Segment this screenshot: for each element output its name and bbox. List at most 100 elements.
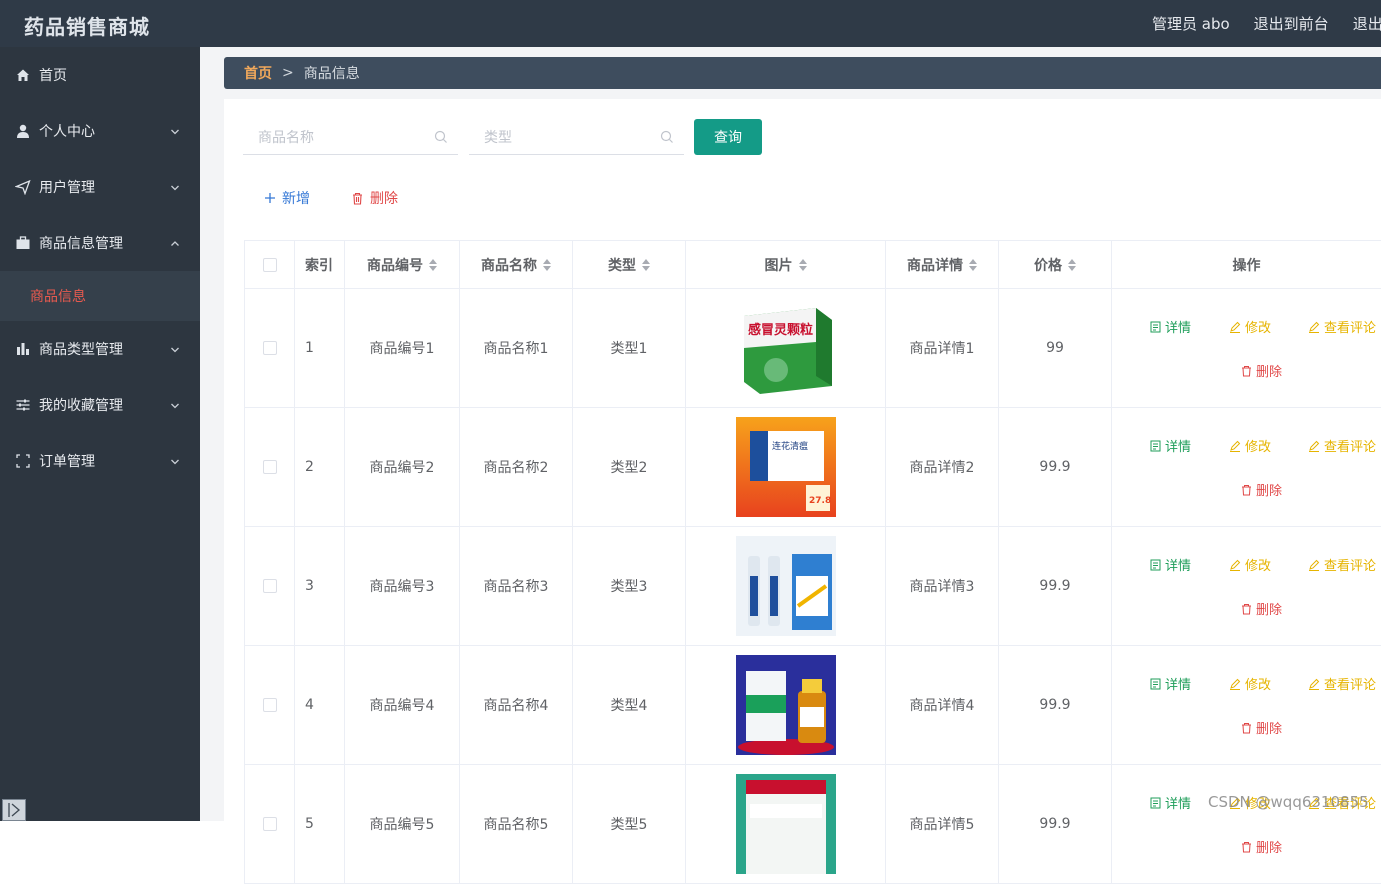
cell-price: 99.9 (999, 646, 1112, 764)
cell-index: 4 (295, 646, 345, 764)
header-label: 商品名称 (481, 257, 537, 274)
type-search-input[interactable]: 类型 (469, 119, 684, 155)
add-button[interactable]: 新增 (264, 188, 310, 208)
detail-label: 详情 (1165, 440, 1192, 455)
edit-button[interactable]: 修改 (1229, 436, 1271, 455)
detail-button[interactable]: 详情 (1150, 793, 1191, 812)
sidebar-item-product-type-management[interactable]: 商品类型管理 (0, 321, 200, 377)
sidebar-item-label: 商品信息管理 (39, 236, 123, 252)
view-comments-label: 查看评论 (1324, 440, 1377, 455)
trash-icon (1242, 841, 1251, 852)
row-checkbox[interactable] (262, 341, 277, 355)
document-icon (1150, 797, 1161, 808)
breadcrumb: 首页 > 商品信息 (224, 57, 1381, 89)
sidebar-item-label: 我的收藏管理 (39, 398, 123, 414)
sort-icon[interactable] (1068, 258, 1076, 271)
detail-button[interactable]: 详情 (1150, 555, 1191, 574)
sidebar-item-user-management[interactable]: 用户管理 (0, 159, 200, 215)
svg-text:27.8: 27.8 (809, 496, 831, 506)
detail-button[interactable]: 详情 (1150, 674, 1191, 693)
row-actions: 详情 修改 查看评论 删除 (1112, 646, 1381, 764)
row-checkbox[interactable] (262, 460, 277, 474)
svg-text:感冒灵颗粒: 感冒灵颗粒 (748, 322, 813, 338)
row-checkbox[interactable] (262, 698, 277, 712)
header-label: 图片 (764, 257, 793, 274)
view-comments-button[interactable]: 查看评论 (1308, 436, 1376, 455)
header-actions: 操作 (1112, 241, 1381, 288)
cell-product-code: 商品编号5 (345, 765, 460, 883)
delete-button[interactable]: 删除 (1241, 599, 1282, 618)
edit-icon (1309, 559, 1320, 571)
header-product-name[interactable]: 商品名称 (460, 241, 573, 288)
header-type[interactable]: 类型 (573, 241, 686, 288)
breadcrumb-home[interactable]: 首页 (244, 63, 272, 83)
header-price[interactable]: 价格 (999, 241, 1112, 288)
sidebar-item-favorites-management[interactable]: 我的收藏管理 (0, 377, 200, 433)
collapse-sidebar-button[interactable] (2, 799, 26, 821)
delete-button[interactable]: 删除 (1241, 837, 1282, 856)
sidebar-item-home[interactable]: 首页 (0, 47, 200, 103)
edit-button[interactable]: 修改 (1229, 317, 1271, 336)
header-image[interactable]: 图片 (686, 241, 886, 288)
delete-label: 删除 (370, 191, 398, 207)
cell-type: 类型3 (573, 527, 686, 645)
cell-type: 类型5 (573, 765, 686, 883)
detail-button[interactable]: 详情 (1150, 317, 1191, 336)
delete-label: 删除 (1256, 365, 1283, 380)
sidebar-subitem-product-info[interactable]: 商品信息 (0, 271, 200, 321)
row-checkbox[interactable] (262, 817, 277, 831)
edit-button[interactable]: 修改 (1229, 674, 1271, 693)
header-label: 商品编号 (367, 257, 423, 274)
view-comments-button[interactable]: 查看评论 (1308, 674, 1376, 693)
delete-button[interactable]: 删除 (1241, 480, 1282, 499)
select-all-checkbox[interactable] (262, 257, 277, 272)
sort-icon[interactable] (798, 258, 807, 271)
row-actions: 详情 修改 查看评论 删除 (1112, 289, 1381, 407)
edit-icon (1230, 321, 1241, 333)
detail-button[interactable]: 详情 (1150, 436, 1191, 455)
admin-user-label: 管理员 abo (1152, 15, 1230, 33)
cell-product-detail: 商品详情2 (886, 408, 999, 526)
sort-icon[interactable] (543, 258, 551, 271)
edit-button[interactable]: 修改 (1229, 555, 1271, 574)
sliders-icon (15, 397, 31, 413)
delete-button[interactable]: 删除 (1241, 718, 1282, 737)
exit-to-front-link[interactable]: 退出到前台 (1254, 13, 1329, 34)
view-comments-label: 查看评论 (1324, 678, 1377, 693)
view-comments-button[interactable]: 查看评论 (1308, 317, 1376, 336)
product-image (735, 655, 836, 755)
sidebar-item-label: 用户管理 (39, 180, 95, 196)
header-index: 索引 (295, 241, 345, 288)
row-checkbox[interactable] (262, 579, 277, 593)
trash-icon (1242, 365, 1251, 376)
frame-icon (15, 453, 31, 469)
sort-icon[interactable] (969, 258, 977, 271)
cell-product-detail: 商品详情3 (886, 527, 999, 645)
product-name-search-input[interactable]: 商品名称 (243, 119, 458, 155)
query-button[interactable]: 查询 (694, 119, 762, 155)
header-label: 类型 (608, 257, 636, 274)
cell-type: 类型2 (573, 408, 686, 526)
svg-text:连花清瘟: 连花清瘟 (772, 440, 808, 452)
chevron-down-icon (170, 125, 180, 141)
edit-icon (1309, 440, 1320, 452)
detail-label: 详情 (1165, 797, 1192, 812)
header-product-code[interactable]: 商品编号 (345, 241, 460, 288)
sidebar-item-personal-center[interactable]: 个人中心 (0, 103, 200, 159)
plus-icon (265, 193, 275, 203)
product-image: 感冒灵颗粒 (735, 298, 836, 398)
batch-delete-button[interactable]: 删除 (351, 188, 398, 208)
logout-link[interactable]: 退出登录 (1353, 13, 1381, 34)
delete-label: 删除 (1256, 484, 1283, 499)
sort-icon[interactable] (642, 258, 650, 271)
chevron-up-icon (170, 237, 180, 253)
sidebar-item-order-management[interactable]: 订单管理 (0, 433, 200, 489)
delete-button[interactable]: 删除 (1241, 361, 1282, 380)
sidebar-item-label: 商品类型管理 (39, 342, 123, 358)
header-product-detail[interactable]: 商品详情 (886, 241, 999, 288)
sort-icon[interactable] (429, 258, 437, 271)
main-content: 首页 > 商品信息 商品名称 类型 查询 新增 删除 索引 商品编号 商品名称 (200, 47, 1381, 884)
sidebar-item-product-info-management[interactable]: 商品信息管理 (0, 215, 200, 271)
user-icon (15, 123, 31, 139)
view-comments-button[interactable]: 查看评论 (1308, 555, 1376, 574)
